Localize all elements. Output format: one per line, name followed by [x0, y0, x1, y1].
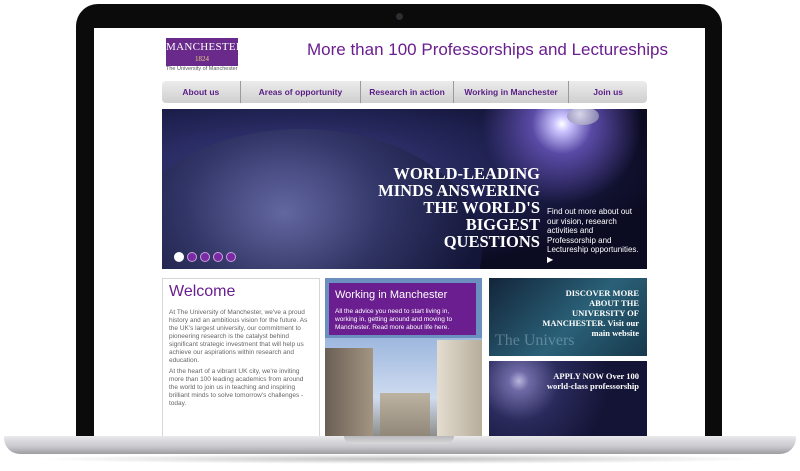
welcome-panel: Welcome At The University of Manchester,… — [162, 278, 320, 436]
logo-year: 1824 — [195, 55, 209, 63]
working-in-manchester-tile[interactable]: Working in Manchester All the advice you… — [325, 278, 482, 436]
hero-banner[interactable]: WORLD-LEADING MINDS ANSWERING THE WORLD'… — [162, 109, 647, 269]
working-title: Working in Manchester — [335, 289, 448, 301]
building-image — [380, 393, 430, 436]
slide-dot[interactable] — [174, 252, 184, 262]
logo-subtitle: The University of Manchester — [166, 66, 238, 72]
discover-text: DISCOVER MORE ABOUT THE UNIVERSITY OF MA… — [542, 288, 639, 338]
welcome-paragraph-1: At The University of Manchester, we've a… — [169, 309, 308, 364]
apply-text: APPLY NOW Over 100 world-class professor… — [546, 371, 639, 391]
slide-dot[interactable] — [226, 252, 236, 262]
main-nav: About us Areas of opportunity Research i… — [162, 81, 647, 103]
slide-dot[interactable] — [200, 252, 210, 262]
hero-link-text[interactable]: Find out more about out our vision, rese… — [547, 207, 639, 264]
working-text: All the advice you need to start living … — [335, 308, 453, 331]
hero-heading: WORLD-LEADING MINDS ANSWERING THE WORLD'… — [378, 164, 540, 251]
camera-icon — [396, 13, 403, 20]
logo-wordmark: MANCHESTER — [166, 41, 244, 53]
nav-item-join-us[interactable]: Join us — [569, 81, 647, 103]
working-caption-box[interactable]: Working in Manchester All the advice you… — [329, 283, 476, 335]
page-title: More than 100 Professorships and Lecture… — [307, 40, 668, 59]
slide-dot[interactable] — [187, 252, 197, 262]
discover-tile[interactable]: The Univers DISCOVER MORE ABOUT THE UNIV… — [489, 278, 647, 356]
browser-screen: MANCHESTER 1824 The University of Manche… — [94, 28, 705, 436]
building-image — [325, 348, 373, 436]
welcome-title: Welcome — [169, 283, 236, 300]
nav-item-working-in-manchester[interactable]: Working in Manchester — [454, 81, 570, 103]
nav-item-research-in-action[interactable]: Research in action — [361, 81, 454, 103]
welcome-paragraph-2: At the heart of a vibrant UK city, we're… — [169, 368, 304, 407]
moon-image — [567, 109, 599, 125]
nav-item-areas-of-opportunity[interactable]: Areas of opportunity — [241, 81, 362, 103]
building-image — [437, 340, 482, 436]
slide-dot[interactable] — [213, 252, 223, 262]
laptop-hinge-notch — [344, 436, 454, 444]
slide-indicators — [174, 252, 236, 262]
laptop-shadow — [30, 454, 770, 464]
university-logo[interactable]: MANCHESTER 1824 — [166, 38, 244, 66]
apply-now-tile[interactable]: APPLY NOW Over 100 world-class professor… — [489, 361, 647, 436]
nav-item-about-us[interactable]: About us — [162, 81, 241, 103]
